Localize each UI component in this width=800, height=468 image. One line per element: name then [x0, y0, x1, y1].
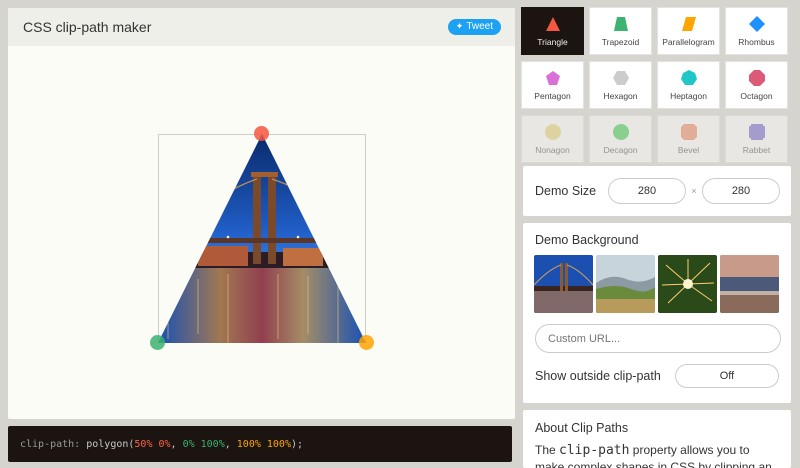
tweet-button[interactable]: ✦ Tweet: [447, 19, 501, 35]
custom-url-input[interactable]: [535, 324, 781, 353]
triangle-icon: [545, 17, 560, 31]
shape-label: Hexagon: [603, 91, 638, 101]
code-point-1: 50% 0%: [134, 438, 171, 450]
code-separator-1: ,: [170, 438, 183, 450]
about-card: About Clip Paths The clip-path property …: [523, 410, 791, 468]
shape-rabbet[interactable]: Rabbet: [725, 115, 788, 163]
code-fn-close: );: [290, 438, 304, 450]
about-code: clip-path: [559, 443, 630, 458]
shape-bevel[interactable]: Bevel: [657, 115, 720, 163]
shape-rhombus[interactable]: Rhombus: [725, 7, 788, 55]
shape-decagon[interactable]: Decagon: [589, 115, 652, 163]
shape-label: Pentagon: [534, 91, 571, 101]
shape-label: Octagon: [740, 91, 773, 101]
heptagon-icon: [680, 70, 697, 85]
nonagon-icon: [544, 124, 561, 140]
shape-nonagon[interactable]: Nonagon: [521, 115, 584, 163]
shape-hexagon[interactable]: Hexagon: [589, 61, 652, 109]
demo-background-label: Demo Background: [535, 233, 639, 247]
vertex-handle-top[interactable]: [254, 126, 269, 141]
demo-height-input[interactable]: 280: [702, 178, 780, 204]
demo-size-label: Demo Size: [535, 184, 597, 198]
clip-canvas: [8, 46, 515, 419]
clip-path-code-output[interactable]: clip-path: polygon(50% 0%, 0% 100%, 100%…: [8, 426, 512, 462]
twitter-bird-icon: ✦: [455, 21, 464, 31]
shape-label: Triangle: [537, 37, 568, 47]
shape-label: Nonagon: [535, 145, 570, 155]
vertex-handle-bottom-right[interactable]: [359, 335, 374, 350]
shape-picker: Triangle Trapezoid Parallelogram Rhombus…: [521, 7, 794, 163]
rabbet-icon: [748, 124, 765, 140]
rhombus-icon: [748, 16, 765, 32]
shape-octagon[interactable]: Octagon: [725, 61, 788, 109]
octagon-icon: [748, 70, 765, 86]
shape-heptagon[interactable]: Heptagon: [657, 61, 720, 109]
demo-background-card: Demo Background Show outside clip-path O…: [523, 223, 791, 403]
stage-header: CSS clip-path maker ✦ Tweet: [8, 8, 515, 46]
about-title: About Clip Paths: [535, 421, 629, 435]
code-fn-open: polygon(: [80, 438, 135, 450]
demo-width-input[interactable]: 280: [608, 178, 686, 204]
decagon-icon: [612, 124, 629, 140]
shape-label: Bevel: [677, 145, 700, 155]
trapezoid-icon: [613, 17, 628, 31]
bridge-night-thumbnail[interactable]: [534, 255, 593, 313]
about-text-before: The: [535, 443, 560, 457]
background-thumbnails: [534, 255, 779, 313]
shape-pentagon[interactable]: Pentagon: [521, 61, 584, 109]
parallelogram-icon: [681, 17, 696, 31]
code-separator-2: ,: [224, 438, 237, 450]
about-text: The clip-path property allows you to mak…: [535, 442, 779, 468]
shape-label: Heptagon: [670, 91, 707, 101]
beach-sunset-thumbnail[interactable]: [720, 255, 779, 313]
show-outside-toggle[interactable]: Off: [675, 364, 779, 388]
code-point-2: 0% 100%: [182, 438, 225, 450]
shape-parallelogram[interactable]: Parallelogram: [657, 7, 720, 55]
shape-label: Trapezoid: [601, 37, 640, 47]
show-outside-label: Show outside clip-path: [535, 369, 661, 383]
shape-trapezoid[interactable]: Trapezoid: [589, 7, 652, 55]
pentagon-icon: [545, 71, 560, 85]
shape-label: Parallelogram: [662, 37, 715, 47]
show-outside-row: Show outside clip-path Off: [535, 364, 779, 388]
tweet-label: Tweet: [466, 21, 493, 32]
sparkler-thumbnail[interactable]: [658, 255, 717, 313]
page-title: CSS clip-path maker: [23, 19, 152, 35]
hexagon-icon: [612, 71, 629, 85]
demo-size-card: Demo Size 280 × 280: [523, 166, 791, 216]
code-point-3: 100% 100%: [236, 438, 291, 450]
shape-label: Rabbet: [742, 145, 771, 155]
hills-landscape-thumbnail[interactable]: [596, 255, 655, 313]
code-property: clip-path:: [20, 438, 81, 450]
editor-stage: CSS clip-path maker ✦ Tweet: [8, 8, 515, 419]
shape-triangle[interactable]: Triangle: [521, 7, 584, 55]
shape-label: Rhombus: [738, 37, 775, 47]
shape-label: Decagon: [603, 145, 638, 155]
size-separator: ×: [691, 186, 697, 196]
vertex-handle-bottom-left[interactable]: [150, 335, 165, 350]
bevel-icon: [680, 124, 697, 140]
